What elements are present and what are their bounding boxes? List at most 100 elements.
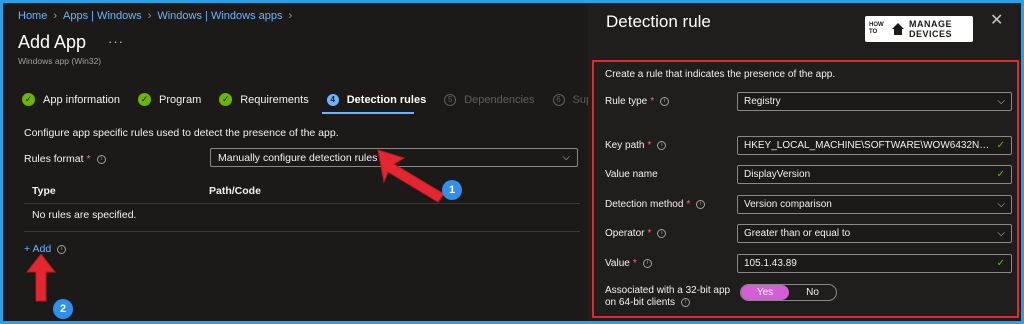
detection-description: Configure app specific rules used to det… [24, 127, 339, 139]
rules-format-label: Rules format * i [24, 153, 106, 165]
close-icon[interactable]: ✕ [990, 10, 1003, 30]
page-title: Add App [18, 32, 87, 52]
operator-label: Operator * i [605, 228, 667, 239]
rule-type-select[interactable]: Registry ⌵ [737, 92, 1012, 111]
associated-label-line2: on 64-bit clients i [605, 297, 730, 309]
info-icon[interactable]: i [681, 297, 691, 307]
breadcrumb-home[interactable]: Home [18, 10, 47, 22]
breadcrumb: Home › Apps | Windows › Windows | Windows ap… [18, 10, 298, 22]
logo-devices: DEVICES [909, 29, 953, 39]
logo-text: MANAGE DEVICES [909, 19, 952, 39]
howtomanagedevices-logo: HOW TO MANAGE DEVICES [865, 16, 973, 42]
house-icon [892, 23, 904, 35]
chevron-right-icon: › [53, 10, 58, 22]
associated-32bit-label: Associated with a 32-bit app on 64-bit c… [605, 285, 730, 309]
rule-type-label-text: Rule type [605, 96, 648, 107]
key-path-label: Key path * i [605, 140, 667, 151]
annotation-badge-2: 2 [53, 299, 73, 319]
column-path-code: Path/Code [209, 185, 261, 197]
key-path-input[interactable]: HKEY_LOCAL_MACHINE\SOFTWARE\WOW6432Node\… [737, 136, 1012, 155]
required-asterisk: * [647, 228, 652, 239]
associated-label-line1: Associated with a 32-bit app [605, 285, 731, 296]
chevron-down-icon: ⌵ [997, 96, 1005, 107]
info-icon[interactable]: i [657, 140, 667, 150]
checkmark-icon: ✓ [138, 93, 152, 106]
operator-select[interactable]: Greater than or equal to ⌵ [737, 224, 1012, 243]
checkmark-icon: ✓ [996, 140, 1005, 151]
annotation-arrow-icon [377, 149, 445, 203]
step-label: Dependencies [464, 93, 535, 106]
logo-manage: MANAGE [909, 19, 952, 29]
step-label: Detection rules [346, 93, 427, 106]
step-dependencies: 5 Dependencies [444, 93, 535, 106]
value-value: 105.1.43.89 [744, 258, 797, 269]
annotation-arrow-icon [26, 254, 56, 302]
step-requirements[interactable]: ✓ Requirements [219, 93, 309, 106]
info-icon[interactable]: i [57, 244, 67, 254]
rules-format-label-text: Rules format [24, 153, 84, 165]
info-icon[interactable]: i [96, 154, 106, 164]
checkmark-icon: ✓ [996, 169, 1005, 180]
step-app-information[interactable]: ✓ App information [22, 93, 120, 106]
rule-type-label: Rule type * i [605, 96, 670, 107]
rule-type-value: Registry [744, 96, 781, 107]
step-number: 6 [552, 93, 565, 106]
required-asterisk: * [632, 258, 637, 269]
chevron-right-icon: › [288, 10, 293, 22]
rules-empty-message: No rules are specified. [32, 209, 137, 221]
info-icon[interactable]: i [657, 228, 667, 238]
step-number: 4 [326, 93, 339, 106]
value-label: Value * i [605, 258, 652, 269]
detection-method-select[interactable]: Version comparison ⌵ [737, 195, 1012, 214]
step-number: 5 [444, 93, 457, 106]
detection-method-label-text: Detection method [605, 199, 684, 210]
breadcrumb-windows-apps[interactable]: Windows | Windows apps [157, 10, 282, 22]
required-asterisk: * [647, 140, 652, 151]
info-icon[interactable]: i [660, 96, 670, 106]
more-options-icon[interactable]: ··· [108, 34, 124, 49]
detection-method-label: Detection method * i [605, 199, 706, 210]
wizard-steps: ✓ App information ✓ Program ✓ Requiremen… [22, 93, 632, 106]
toggle-no[interactable]: No [789, 285, 836, 300]
toggle-yes[interactable]: Yes [741, 285, 789, 300]
detection-method-value: Version comparison [744, 199, 832, 210]
checkmark-icon: ✓ [22, 93, 35, 106]
rules-format-value: Manually configure detection rules [218, 151, 378, 164]
chevron-down-icon: ⌵ [997, 199, 1005, 210]
value-name-input[interactable]: DisplayVersion ✓ [737, 165, 1012, 184]
checkmark-icon: ✓ [219, 93, 233, 106]
breadcrumb-apps-windows[interactable]: Apps | Windows [63, 10, 142, 22]
info-icon[interactable]: i [642, 258, 652, 268]
key-path-label-text: Key path [605, 140, 645, 151]
chevron-right-icon: › [147, 10, 152, 22]
rules-table-header: Type Path/Code [24, 180, 580, 204]
table-divider [24, 231, 580, 232]
step-program[interactable]: ✓ Program [138, 93, 201, 106]
chevron-down-icon: ⌵ [997, 228, 1005, 239]
annotation-badge-1: 1 [442, 180, 462, 200]
required-asterisk: * [686, 199, 691, 210]
checkmark-icon: ✓ [996, 258, 1005, 269]
required-asterisk: * [650, 96, 655, 107]
value-input[interactable]: 105.1.43.89 ✓ [737, 254, 1012, 273]
associated-32bit-toggle[interactable]: Yes No [740, 284, 837, 301]
value-label-text: Value [605, 258, 630, 269]
step-label: App information [43, 93, 121, 106]
chevron-down-icon: ⌵ [562, 152, 570, 163]
panel-description: Create a rule that indicates the presenc… [605, 69, 836, 80]
value-name-label-text: Value name [605, 169, 658, 180]
associated-label-line2-text: on 64-bit clients [605, 297, 676, 308]
key-path-value: HKEY_LOCAL_MACHINE\SOFTWARE\WOW6432Node\… [744, 140, 993, 151]
operator-label-text: Operator [605, 228, 645, 239]
step-detection-rules[interactable]: 4 Detection rules [326, 93, 427, 106]
value-name-label: Value name [605, 169, 658, 180]
logo-how-to: HOW TO [869, 22, 884, 35]
step-label: Requirements [240, 93, 309, 106]
required-asterisk: * [86, 153, 91, 165]
active-step-underline [322, 112, 414, 114]
info-icon[interactable]: i [696, 199, 706, 209]
page-subtitle: Windows app (Win32) [18, 56, 102, 66]
value-name-value: DisplayVersion [744, 169, 811, 180]
panel-title: Detection rule [606, 12, 711, 31]
step-label: Program [159, 93, 202, 106]
